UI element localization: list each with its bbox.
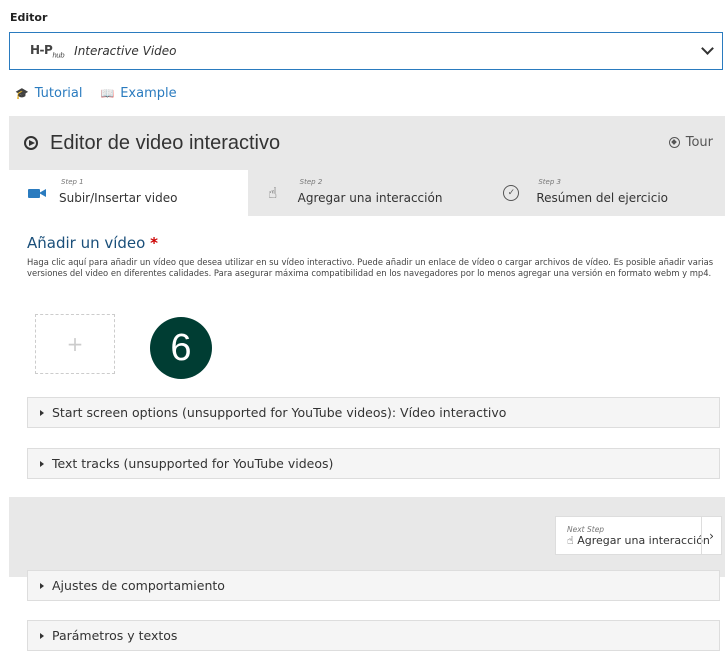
step-tabs: Step 1 Subir/Insertar video ☝ Step 2 Agr… [9,170,725,216]
caret-right-icon [40,632,44,639]
selector-title: Interactive Video [74,44,177,58]
editor-panel: Editor de video interactivo Tour Step 1 … [9,116,725,662]
hand-pointer-icon: ☝ [268,184,278,202]
add-video-title: Añadir un vídeo * [27,234,158,252]
panel-header: Editor de video interactivo Tour [9,116,725,170]
play-circle-icon [24,136,38,150]
book-icon: 📖 [100,87,115,100]
tab-step-3[interactable]: ✓ Step 3 Resúmen del ejercicio [486,170,725,216]
tab-step-2[interactable]: ☝ Step 2 Agregar una interacción [248,170,487,216]
text-tracks-toggle[interactable]: Text tracks (unsupported for YouTube vid… [27,448,720,479]
plus-icon: + [66,332,84,356]
caret-right-icon [40,582,44,589]
chevron-right-icon[interactable]: › [701,517,721,554]
content-type-selector[interactable]: H-Phub Interactive Video [9,32,723,70]
behaviour-settings-toggle[interactable]: Ajustes de comportamiento [27,570,720,601]
compass-icon [668,137,680,148]
add-video-description: Haga clic aquí para añadir un vídeo que … [27,257,714,278]
next-step-bar: Next Step ☝ Agregar una interacción › [9,497,725,577]
required-marker: * [150,234,158,252]
step-label: Agregar una interacción [297,191,443,205]
step-label: Resúmen del ejercicio [536,191,668,205]
panel-title: Editor de video interactivo [50,131,281,154]
caret-right-icon [40,409,44,416]
tour-button[interactable]: Tour [668,135,713,150]
graduation-cap-icon: 🎓 [15,87,29,100]
start-screen-options-toggle[interactable]: Start screen options (unsupported for Yo… [27,397,720,428]
hand-pointer-icon: ☝ [567,533,574,547]
caret-right-icon [40,460,44,467]
tutorial-link[interactable]: 🎓 Tutorial [15,86,83,101]
h5p-hub-logo: H-Phub [30,42,65,60]
step-label: Subir/Insertar video [59,191,178,205]
video-camera-icon [25,184,46,202]
editor-label: Editor [10,11,48,24]
step-number-badge: 6 [150,317,212,379]
add-video-button[interactable]: + [35,314,115,374]
tab-step-1[interactable]: Step 1 Subir/Insertar video [9,170,248,216]
next-step-button[interactable]: Next Step ☝ Agregar una interacción › [555,516,722,555]
check-circle-icon: ✓ [502,184,520,202]
chevron-down-icon[interactable] [701,42,714,55]
example-link[interactable]: 📖 Example [101,86,177,101]
params-texts-toggle[interactable]: Parámetros y textos [27,620,720,651]
